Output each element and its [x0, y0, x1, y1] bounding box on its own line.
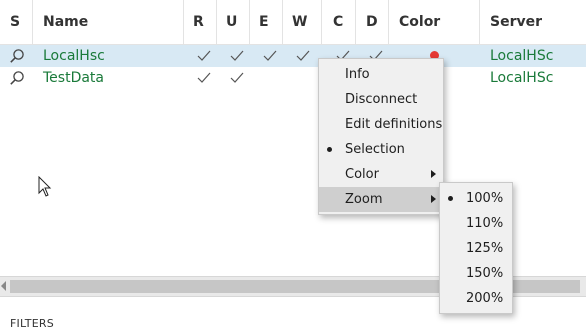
menu-item-info[interactable]: Info	[319, 62, 443, 87]
column-divider[interactable]	[355, 0, 356, 44]
column-divider[interactable]	[282, 0, 283, 44]
check-icon	[230, 72, 244, 83]
column-header-name[interactable]: Name	[43, 0, 88, 44]
column-divider[interactable]	[32, 0, 33, 44]
row-server: LocalHSc	[490, 48, 554, 64]
mouse-cursor-icon	[38, 176, 52, 197]
context-menu: Info Disconnect Edit definitions Selecti…	[318, 58, 444, 215]
menu-item-disconnect[interactable]: Disconnect	[319, 87, 443, 112]
column-header-r[interactable]: R	[193, 0, 204, 44]
submenu-arrow-icon	[431, 170, 436, 178]
menu-item-label: Info	[345, 67, 370, 82]
menu-item-selection[interactable]: Selection	[319, 137, 443, 162]
menu-item-label: Disconnect	[345, 92, 418, 107]
row-name: LocalHsc	[43, 48, 105, 64]
check-icon	[197, 72, 211, 83]
checked-bullet-icon	[327, 147, 332, 152]
column-divider[interactable]	[249, 0, 250, 44]
check-icon	[197, 50, 211, 61]
column-header-s[interactable]: S	[10, 0, 20, 44]
column-divider[interactable]	[183, 0, 184, 44]
menu-item-label: Color	[345, 167, 379, 182]
column-header-server[interactable]: Server	[490, 0, 542, 44]
menu-item-label: 100%	[466, 191, 504, 206]
menu-item-label: 150%	[466, 266, 504, 281]
column-divider[interactable]	[388, 0, 389, 44]
menu-item-label: 200%	[466, 291, 504, 306]
search-icon[interactable]	[9, 70, 25, 86]
menu-item-zoom[interactable]: Zoom	[319, 187, 443, 212]
zoom-option-125[interactable]: 125%	[440, 236, 512, 261]
zoom-option-100[interactable]: 100%	[440, 186, 512, 211]
filters-label[interactable]: FILTERS	[10, 317, 54, 330]
submenu-arrow-icon	[431, 195, 436, 203]
menu-item-label: 125%	[466, 241, 504, 256]
search-icon[interactable]	[9, 48, 25, 64]
check-icon	[296, 50, 310, 61]
zoom-option-150[interactable]: 150%	[440, 261, 512, 286]
column-header-c[interactable]: C	[333, 0, 343, 44]
menu-item-color[interactable]: Color	[319, 162, 443, 187]
column-header-color[interactable]: Color	[399, 0, 440, 44]
menu-item-label: Selection	[345, 142, 405, 157]
column-header-d[interactable]: D	[366, 0, 378, 44]
checked-bullet-icon	[448, 196, 453, 201]
row-name: TestData	[43, 70, 104, 86]
column-header-e[interactable]: E	[259, 0, 269, 44]
column-divider[interactable]	[216, 0, 217, 44]
menu-item-label: Edit definitions	[345, 117, 443, 132]
table-row[interactable]: TestData LocalHSc	[0, 67, 586, 89]
zoom-option-110[interactable]: 110%	[440, 211, 512, 236]
column-header-u[interactable]: U	[226, 0, 237, 44]
check-icon	[263, 50, 277, 61]
scroll-left-arrow-icon[interactable]	[1, 281, 6, 291]
check-icon	[230, 50, 244, 61]
column-divider[interactable]	[321, 0, 322, 44]
row-server: LocalHSc	[490, 70, 554, 86]
table-header: S Name R U E W C D Color Server	[0, 0, 586, 45]
menu-item-label: Zoom	[345, 192, 383, 207]
zoom-option-200[interactable]: 200%	[440, 286, 512, 311]
menu-item-label: 110%	[466, 216, 504, 231]
menu-item-edit-definitions[interactable]: Edit definitions	[319, 112, 443, 137]
table-row[interactable]: LocalHsc LocalHSc	[0, 45, 586, 67]
zoom-submenu: 100% 110% 125% 150% 200%	[439, 182, 513, 314]
column-divider[interactable]	[479, 0, 480, 44]
column-header-w[interactable]: W	[292, 0, 307, 44]
